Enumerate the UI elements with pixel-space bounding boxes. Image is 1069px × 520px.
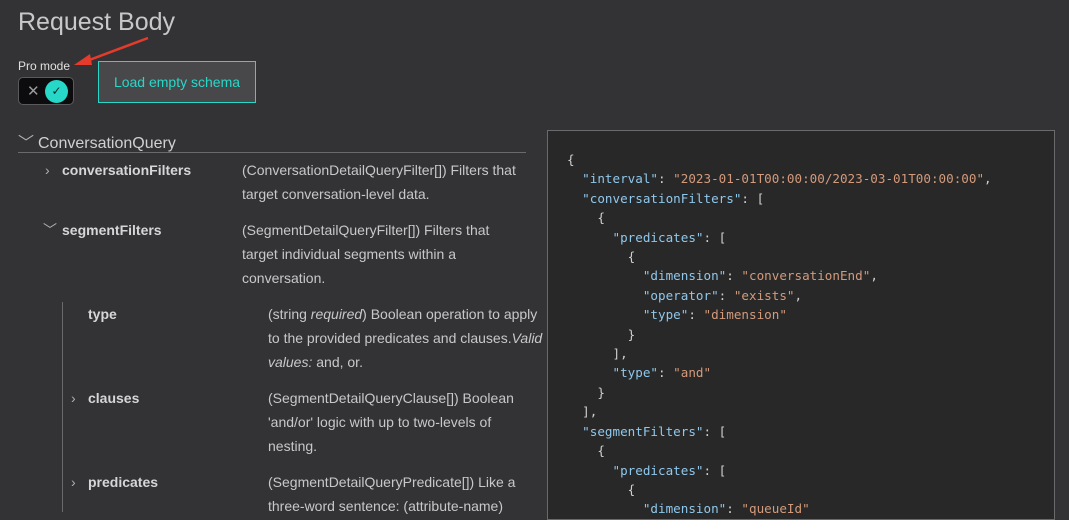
json-string: "and" [673,365,712,381]
chevron-right-icon: › [71,390,76,406]
json-punctuation: } [597,384,605,400]
json-punctuation: , [870,268,878,284]
code-line: { [567,208,1054,227]
field-description: (SegmentDetailQueryFilter[]) Filters tha… [242,222,490,286]
field-name: clauses [88,390,140,406]
json-punctuation: { [627,249,636,265]
pro-mode-label: Pro mode [18,59,71,73]
json-punctuation: ], [612,346,628,362]
pro-mode-toggle[interactable]: ✕ ✓ [18,77,74,105]
field-description: (SegmentDetailQueryClause[]) Boolean 'an… [268,390,514,454]
code-line: "segmentFilters": [ [567,422,1054,441]
field-name: conversationFilters [62,162,192,178]
json-punctuation: : [658,365,674,381]
tree-root-conversation-query[interactable]: ﹀ ConversationQuery [18,129,526,153]
json-key: "type" [642,307,689,323]
json-key: "interval" [582,171,658,187]
code-line: "dimension": "conversationEnd", [567,266,1054,285]
code-line: { [567,150,1054,169]
json-key: "predicates" [612,462,704,478]
code-line: { [567,247,1054,266]
code-line: "predicates": [ [567,461,1054,480]
code-line: ], [567,344,1054,363]
field-name: segmentFilters [62,222,162,238]
json-punctuation: { [597,443,605,459]
load-empty-schema-button[interactable]: Load empty schema [98,61,256,103]
json-punctuation: { [597,210,605,226]
page-title: Request Body [18,8,176,36]
json-punctuation: , [984,171,992,187]
json-punctuation: : [688,307,704,323]
code-line: } [567,325,1054,344]
json-punctuation: { [567,152,575,167]
json-string: "2023-01-01T00:00:00/2023-03-01T00:00:00… [673,171,985,187]
code-line: { [567,480,1054,499]
code-line: "type": "and" [567,363,1054,382]
json-key: "dimension" [642,268,727,284]
json-code-editor[interactable]: { "interval": "2023-01-01T00:00:00/2023-… [547,130,1055,520]
json-punctuation: { [627,481,636,497]
json-string: "exists" [733,287,795,303]
json-key: "conversationFilters" [582,190,742,206]
json-punctuation: : [ [703,229,727,245]
code-line: } [567,383,1054,402]
json-punctuation: , [794,287,803,303]
check-icon: ✓ [45,80,68,103]
tree-root-label: ConversationQuery [38,135,176,152]
chevron-down-icon: ﹀ [18,135,35,152]
json-key: "type" [612,365,659,381]
json-punctuation: : [718,287,734,303]
json-key: "segmentFilters" [582,423,704,439]
code-line: "operator": "exists", [567,286,1054,305]
desc-text: and, or. [312,354,363,370]
code-line: ], [567,402,1054,421]
field-description: (string required) Boolean operation to a… [268,302,548,374]
close-icon: ✕ [27,83,40,100]
desc-text: (string [268,306,311,322]
code-line: "predicates": [ [567,228,1054,247]
json-punctuation: : [ [703,462,727,478]
field-name: type [88,306,117,322]
json-punctuation: : [ [703,423,727,439]
json-key: "predicates" [612,229,704,245]
nesting-divider [62,302,63,512]
code-line: "dimension": "queueId" [567,499,1054,518]
chevron-right-icon: › [71,474,76,490]
field-description: (SegmentDetailQueryPredicate[]) Like a t… [268,474,516,514]
json-punctuation: : [ [741,190,765,206]
json-string: "dimension" [703,307,787,323]
code-line: "type": "dimension" [567,305,1054,324]
json-punctuation: ], [582,404,598,420]
desc-emphasis: required [310,306,363,322]
json-punctuation: : [726,268,742,284]
json-punctuation: : [658,171,674,187]
chevron-right-icon: › [45,162,50,178]
code-line: { [567,441,1054,460]
field-description: (ConversationDetailQueryFilter[]) Filter… [242,162,516,202]
json-key: "operator" [642,287,719,303]
code-line: "interval": "2023-01-01T00:00:00/2023-03… [567,169,1054,188]
json-string: "conversationEnd" [741,268,871,284]
field-name: predicates [88,474,159,490]
chevron-down-icon: ﹀ [43,222,57,238]
code-line: "conversationFilters": [ [567,189,1054,208]
json-punctuation: } [627,326,636,342]
